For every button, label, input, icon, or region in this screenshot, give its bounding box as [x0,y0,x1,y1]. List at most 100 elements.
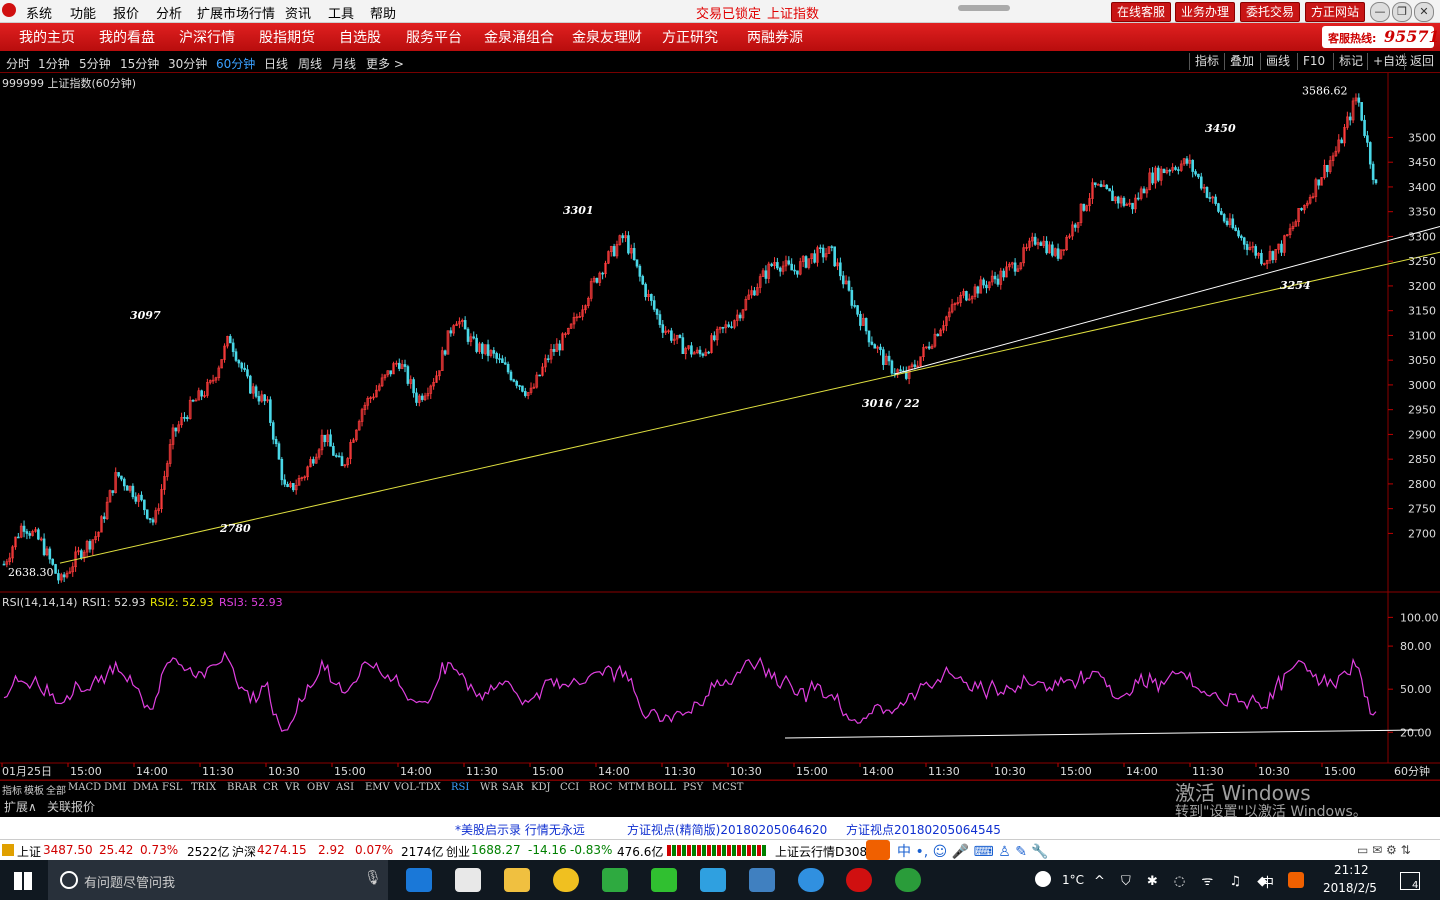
sogou-tray-icon[interactable] [1288,872,1304,888]
menu-analysis[interactable]: 分析 [156,3,182,22]
indicator-tab[interactable]: RSI [451,782,469,793]
indicator-tab[interactable]: ROC [589,782,612,793]
candle-body [879,346,882,350]
clock-time[interactable]: 21:12 [1334,863,1369,877]
indicator-tab[interactable]: BRAR [227,782,257,793]
menu-tools[interactable]: 工具 [328,3,354,22]
kline-chart[interactable]: 100.00 80.00 50.00 20.00 2638.30 3097 2780 330… [0,73,1440,780]
close-icon[interactable]: ✕ [1414,2,1434,22]
indicator-tab[interactable]: DMI [104,782,126,793]
news-item[interactable]: 方证视点20180205064545 [846,821,1001,838]
website-button[interactable]: 方正网站 [1305,2,1366,22]
indicator-tab[interactable]: EMV [365,782,390,793]
ime-indicator[interactable]: 中 [1261,872,1274,891]
indicator-tab[interactable]: MTM [618,782,645,793]
period-30min[interactable]: 30分钟 [168,55,207,72]
period-month[interactable]: 月线 [332,55,356,72]
back-button[interactable]: 返回 [1404,53,1434,70]
menu-news[interactable]: 资讯 [285,3,311,22]
indicator-tab[interactable]: VOL-TDX [394,782,441,793]
indicator-tab[interactable]: SAR [502,782,524,793]
wechat-icon[interactable] [602,868,628,892]
indicator-tab[interactable]: 模板 [24,782,44,797]
expand-button[interactable]: 扩展∧ [4,798,37,815]
add-watchlist-button[interactable]: +自选 [1367,53,1407,70]
globe-app-icon[interactable] [895,868,921,892]
nav-market[interactable]: 沪深行情 [179,27,235,47]
related-quote-button[interactable]: 关联报价 [47,798,95,815]
player-icon[interactable] [700,868,726,892]
period-15min[interactable]: 15分钟 [120,55,159,72]
entrust-trade-button[interactable]: 委托交易 [1240,2,1301,22]
draw-line-button[interactable]: 画线 [1260,53,1290,70]
nav-service[interactable]: 服务平台 [406,27,462,47]
period-week[interactable]: 周线 [298,55,322,72]
news-item[interactable]: *美股启示录 行情无永远 [455,821,585,838]
cortana-search-box[interactable]: 有问题尽管问我 🎙 [48,860,388,900]
windows-start-icon[interactable] [14,872,32,890]
menu-help[interactable]: 帮助 [370,3,396,22]
indicator-tab[interactable]: DMA [133,782,158,793]
indicator-tab[interactable]: 全部 [46,782,66,797]
indicator-tab[interactable]: MCST [712,782,743,793]
restore-icon[interactable]: ❐ [1392,2,1412,22]
menu-system[interactable]: 系统 [26,3,52,22]
online-service-button[interactable]: 在线客服 [1111,2,1172,22]
nav-home[interactable]: 我的主页 [19,27,75,47]
indicator-tab[interactable]: CCI [560,782,579,793]
nav-portfolio[interactable]: 金泉涌组合 [484,27,554,47]
nav-margin[interactable]: 两融券源 [747,27,803,47]
tray-icons[interactable]: ^ ⛉ ✱ ◌ ᯤ ♫ ◆ [1094,871,1273,889]
indicator-tab[interactable]: MACD [68,782,101,793]
indicator-tab[interactable]: CR [263,782,278,793]
iqiyi-icon[interactable] [651,868,677,892]
indicator-tab[interactable]: TRIX [191,782,216,793]
nav-my-watch[interactable]: 我的看盘 [99,27,155,47]
indicator-tab[interactable]: FSL [162,782,182,793]
explorer-icon[interactable] [504,868,530,892]
f10-button[interactable]: F10 [1297,53,1325,70]
indicator-tab[interactable]: ASI [336,782,354,793]
indicator-tab[interactable]: VR [285,782,300,793]
indicator-tab[interactable]: OBV [307,782,330,793]
edge-icon[interactable] [406,868,432,892]
ime-toolbar[interactable]: 中 •, ☺ 🎤 ⌨ ♙ ✎ 🔧 [897,841,1049,861]
candle-body [323,434,327,443]
period-more[interactable]: 更多 > [366,55,404,72]
indicator-tab[interactable]: BOLL [647,782,676,793]
mark-button[interactable]: 标记 [1333,53,1363,70]
nav-watchlist[interactable]: 自选股 [339,27,381,47]
indicator-tab[interactable]: 指标 [2,782,22,797]
tray-toolbar-icons[interactable]: ▭ ✉ ⚙ ⇅ [1357,843,1411,857]
microphone-icon[interactable]: 🎙 [364,870,382,886]
app-icon[interactable] [553,868,579,892]
store-icon[interactable] [455,868,481,892]
news-ticker: *美股启示录 行情无永远 方证视点(精简版)20180205064620 方证视… [0,817,1440,839]
indicator-tab[interactable]: WR [480,782,498,793]
overlay-button[interactable]: 叠加 [1224,53,1254,70]
nav-finance[interactable]: 金泉友理财 [572,27,642,47]
period-timeshare[interactable]: 分时 [6,55,30,72]
period-5min[interactable]: 5分钟 [79,55,111,72]
founder-app-icon[interactable] [846,868,872,892]
indicator-button[interactable]: 指标 [1189,53,1219,70]
menu-quote[interactable]: 报价 [113,3,139,22]
indicator-tab[interactable]: PSY [683,782,703,793]
cloud-quote-label[interactable]: 上证云行情D308 [775,843,867,860]
nav-research[interactable]: 方正研究 [662,27,718,47]
period-1min[interactable]: 1分钟 [38,55,70,72]
progress-slider[interactable] [958,5,1010,11]
sogou-ime-icon[interactable] [866,840,890,860]
ie-icon[interactable] [798,868,824,892]
business-button[interactable]: 业务办理 [1175,2,1236,22]
clock-date[interactable]: 2018/2/5 [1323,881,1377,895]
period-60min[interactable]: 60分钟 [216,55,255,72]
menu-ext-market[interactable]: 扩展市场行情 [197,3,275,22]
trading-icon[interactable] [749,868,775,892]
minimize-icon[interactable]: — [1370,2,1390,22]
news-item[interactable]: 方证视点(精简版)20180205064620 [627,821,827,838]
indicator-tab[interactable]: KDJ [531,782,551,793]
nav-futures[interactable]: 股指期货 [259,27,315,47]
menu-function[interactable]: 功能 [70,3,96,22]
period-day[interactable]: 日线 [264,55,288,72]
